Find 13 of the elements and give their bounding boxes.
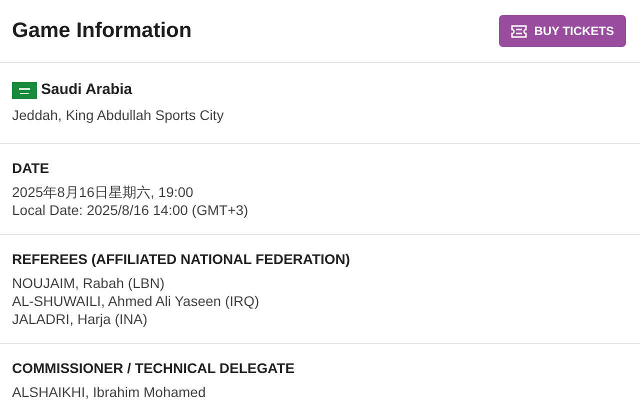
venue-text: Jeddah, King Abdullah Sports City — [12, 106, 225, 125]
section-heading: COMMISSIONER / TECHNICAL DELEGATE — [12, 358, 296, 378]
page-title: Game Information — [12, 18, 192, 44]
section-heading: REFEREES (AFFILIATED NATIONAL FEDERATION) — [12, 250, 352, 269]
info-line: NOUJAIM, Rabah (LBN) — [12, 274, 166, 292]
buy-tickets-button[interactable]: BUY TICKETS — [499, 15, 626, 47]
info-line: ALSHAIKHI, Ibrahim Mohamed — [12, 382, 207, 400]
country-name: Saudi Arabia — [41, 80, 132, 100]
info-line: 2025年8月16日星期六, 19:00 — [12, 182, 194, 200]
section-heading: DATE — [12, 158, 50, 178]
info-line: Local Date: 2025/8/16 14:00 (GMT+3) — [12, 200, 250, 218]
info-line: AL-SHUWAILI, Ahmed Ali Yaseen (IRQ) — [12, 292, 260, 310]
info-line: JALADRI, Harja (INA) — [12, 310, 148, 328]
